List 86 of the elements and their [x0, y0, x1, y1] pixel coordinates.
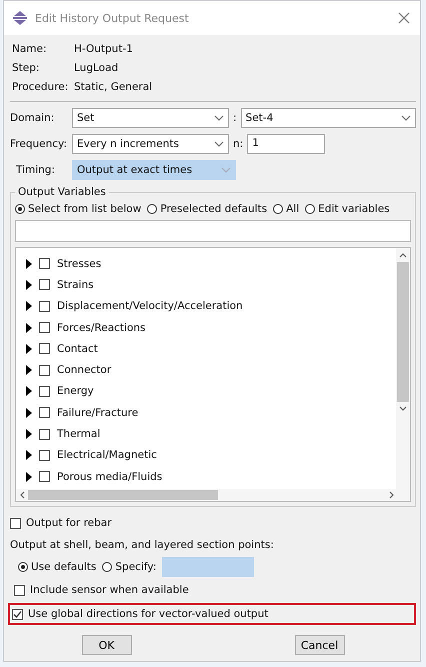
field-label: Name:: [12, 43, 48, 55]
expand-arrow-icon[interactable]: [26, 301, 32, 312]
checkbox[interactable]: [39, 428, 50, 440]
window-title: Edit History Output Request: [35, 12, 190, 24]
expand-arrow-icon[interactable]: [26, 429, 32, 440]
chevron-down-icon: [214, 115, 224, 121]
expand-arrow-icon[interactable]: [26, 450, 32, 460]
checkbox[interactable]: [12, 608, 23, 620]
expand-arrow-icon[interactable]: [26, 322, 32, 333]
chevron-right-icon[interactable]: [389, 491, 394, 500]
checkbox[interactable]: [10, 518, 21, 529]
section-points-label: Output at shell, beam, and layered section points:: [10, 539, 275, 552]
checkbox[interactable]: [39, 258, 50, 270]
radio-option[interactable]: Specify:: [102, 561, 156, 574]
set-dropdown[interactable]: Set-4: [240, 108, 416, 128]
frequency-dropdown[interactable]: Every n increments: [72, 134, 229, 154]
field-label: n:: [233, 138, 244, 150]
horizontal-scrollbar[interactable]: [16, 489, 410, 502]
tree-item[interactable]: Displacement/Velocity/Acceleration: [57, 300, 243, 312]
checkbox[interactable]: [39, 279, 50, 290]
tree-item[interactable]: Forces/Reactions: [57, 322, 146, 334]
radio-option[interactable]: Use defaults: [18, 561, 96, 574]
tree-item[interactable]: Thermal: [57, 428, 100, 440]
chevron-down-icon[interactable]: [399, 406, 407, 411]
radio-button[interactable]: [15, 204, 25, 214]
checkbox[interactable]: [14, 584, 25, 596]
field-label: Domain:: [10, 112, 56, 124]
expand-arrow-icon[interactable]: [26, 386, 32, 396]
radio-button[interactable]: [305, 204, 316, 214]
radio-button[interactable]: [18, 562, 28, 572]
tree-item[interactable]: Porous media/Fluids: [57, 470, 162, 483]
expand-arrow-icon[interactable]: [26, 344, 32, 354]
field-value: LugLoad: [74, 62, 118, 74]
field-label: Frequency:: [10, 138, 68, 150]
group-title: Output Variables: [15, 186, 109, 198]
checkbox[interactable]: [39, 343, 50, 354]
chevron-down-icon: [214, 141, 224, 147]
chevron-left-icon[interactable]: [20, 491, 25, 500]
tree-item[interactable]: Energy: [57, 385, 94, 398]
chevron-down-icon: [401, 115, 411, 121]
filter-field[interactable]: [15, 220, 411, 242]
field-label: Procedure:: [12, 81, 70, 93]
radio-button[interactable]: [147, 204, 158, 214]
checkbox[interactable]: [39, 450, 50, 461]
checkbox[interactable]: [39, 300, 50, 312]
specify-input-field[interactable]: [162, 557, 254, 578]
radio-option[interactable]: Preselected defaults: [147, 203, 268, 215]
ok-button[interactable]: OK: [82, 635, 132, 656]
radio-button[interactable]: [102, 562, 112, 572]
app-logo-icon: [12, 11, 28, 25]
separator-label: :: [233, 112, 237, 124]
radio-option[interactable]: Edit variables: [305, 203, 390, 215]
checkbox[interactable]: [39, 322, 50, 334]
tree-item[interactable]: Failure/Fracture: [57, 406, 138, 419]
radio-button[interactable]: [273, 204, 284, 214]
tree-item[interactable]: Strains: [57, 278, 94, 291]
vertical-scrollbar[interactable]: [396, 248, 410, 490]
cancel-button[interactable]: Cancel: [294, 635, 344, 656]
field-label: Timing:: [15, 164, 56, 176]
domain-dropdown[interactable]: Set: [72, 108, 229, 128]
expand-arrow-icon[interactable]: [26, 365, 32, 376]
expand-arrow-icon[interactable]: [26, 472, 32, 482]
timing-dropdown[interactable]: Output at exact times: [72, 160, 236, 180]
chevron-up-icon[interactable]: [399, 253, 407, 258]
field-label: Step:: [12, 62, 40, 74]
tree-item[interactable]: Connector: [57, 364, 112, 376]
field-value: Static, General: [74, 81, 152, 93]
n-input-field[interactable]: 1: [247, 134, 326, 154]
checkbox-option[interactable]: Output for rebar: [10, 517, 416, 530]
chevron-down-icon: [221, 167, 231, 173]
tree-item[interactable]: Contact: [57, 342, 98, 355]
tree-item[interactable]: Stresses: [57, 258, 102, 270]
field-value: H-Output-1: [74, 43, 133, 55]
radio-option[interactable]: All: [273, 203, 300, 215]
radio-option[interactable]: Select from list below: [15, 203, 142, 215]
checkbox-option[interactable]: Use global directions for vector-valued output: [12, 608, 412, 620]
tree-item[interactable]: Electrical/Magnetic: [57, 449, 157, 462]
expand-arrow-icon[interactable]: [26, 280, 32, 290]
checkbox[interactable]: [39, 407, 50, 418]
checkbox[interactable]: [39, 386, 50, 397]
expand-arrow-icon[interactable]: [26, 258, 32, 269]
expand-arrow-icon[interactable]: [26, 408, 32, 418]
checkbox[interactable]: [39, 471, 50, 482]
checkbox[interactable]: [39, 364, 50, 376]
checkbox-option[interactable]: Include sensor when available: [14, 584, 412, 596]
close-icon[interactable]: [398, 12, 410, 24]
